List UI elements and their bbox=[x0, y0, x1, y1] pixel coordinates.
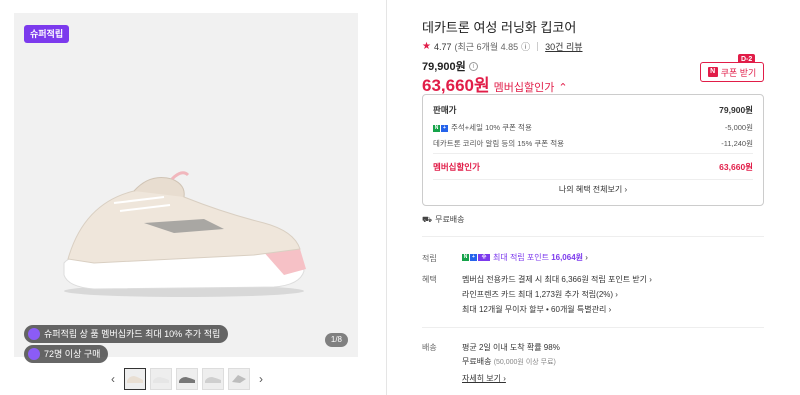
info-icon[interactable]: i bbox=[468, 61, 478, 71]
free-shipping-label: 무료배송 bbox=[435, 215, 465, 224]
price-row-total: 멤버십할인가 63,660원 bbox=[433, 161, 753, 173]
sale-price-row: 63,660원 멤버십할인가 ⌃ bbox=[422, 71, 568, 96]
shipping-fee: 무료배송 (50,000원 이상 무료) bbox=[462, 356, 556, 367]
price-row-label: N + 주석+세일 10% 쿠폰 적용 bbox=[433, 122, 532, 133]
sale-price-label: 멤버십할인가 bbox=[493, 82, 555, 94]
promo-purchase-count: 72명 이상 구매 bbox=[24, 345, 109, 363]
price-row-base: 판매가 79,900원 bbox=[433, 104, 753, 116]
divider bbox=[433, 153, 753, 154]
thumbnail-shoe-image bbox=[153, 377, 169, 383]
membership-icon bbox=[28, 328, 40, 340]
price-row-value: -11,240원 bbox=[721, 139, 753, 148]
chevron-right-icon: › bbox=[583, 253, 588, 262]
shipping-details-link[interactable]: 자세히 보기 › bbox=[462, 373, 506, 384]
thumbnail-shoe-image bbox=[232, 375, 246, 383]
review-count-link[interactable]: 30건 리뷰 bbox=[545, 40, 582, 53]
thumbnail[interactable] bbox=[150, 368, 172, 390]
details-link-label: 자세히 보기 bbox=[462, 374, 502, 383]
free-shipping-row: ⛟ 무료배송 bbox=[422, 214, 465, 225]
price-breakdown-box: 판매가 79,900원 N + 주석+세일 10% 쿠폰 적용 -5,000원 데카… bbox=[422, 94, 764, 206]
coupon-n-icon: N bbox=[707, 67, 718, 77]
column-divider bbox=[386, 0, 387, 395]
points-prefix: 최대 적립 포인트 bbox=[493, 253, 552, 262]
divider bbox=[422, 236, 764, 237]
thumbnail-shoe-image bbox=[179, 377, 195, 383]
chevron-right-icon: › bbox=[613, 290, 618, 299]
super-points-tag: 슈퍼적립 bbox=[24, 25, 70, 43]
divider bbox=[422, 327, 764, 328]
price-row-discount: N + 주석+세일 10% 쿠폰 적용 -5,000원 bbox=[433, 122, 753, 133]
price-row-label: 판매가 bbox=[433, 105, 457, 115]
coupon-badge-icon: N + bbox=[433, 124, 448, 132]
promo-membership-text: 슈퍼적립 상 품 멤버십카드 최대 10% 추가 적립 bbox=[44, 329, 221, 339]
benefit-item[interactable]: 멤버십 전용카드 결제 시 최대 6,366원 적립 포인트 받기 › bbox=[462, 274, 652, 285]
benefit-text: 라인프렌즈 카드 최대 1,273원 추가 적립(2%) bbox=[462, 290, 614, 299]
coupon-download-button[interactable]: N 쿠폰 받기 bbox=[700, 62, 764, 82]
chevron-right-icon: › bbox=[647, 275, 652, 284]
price-row-label: 멤버십할인가 bbox=[433, 162, 480, 172]
benefit-text: 멤버십 전용카드 결제 시 최대 6,366원 적립 포인트 받기 bbox=[462, 275, 647, 284]
thumb-next-arrow[interactable]: › bbox=[254, 367, 268, 391]
thumb-prev-arrow[interactable]: ‹ bbox=[106, 367, 120, 391]
separator bbox=[537, 42, 539, 51]
product-image-gallery[interactable]: 슈퍼적립 슈퍼적립 상 품 멤버십카드 최대 10% 추가 적립 72명 이상 … bbox=[14, 13, 358, 363]
price-row-value: 79,900원 bbox=[719, 105, 753, 115]
points-badge-icon: N + 슈 bbox=[462, 254, 490, 262]
price-row-value: -5,000원 bbox=[724, 123, 753, 132]
people-icon bbox=[28, 348, 40, 360]
image-page-counter: 1/8 bbox=[324, 333, 348, 347]
benefit-item[interactable]: 라인프렌즈 카드 최대 1,273원 추가 적립(2%) › bbox=[462, 289, 618, 300]
thumbnail[interactable] bbox=[124, 368, 146, 390]
price-row-discount: 데카트론 코리아 알림 등의 15% 쿠폰 적용 -11,240원 bbox=[433, 138, 753, 149]
thumbnail-strip: ‹ › bbox=[106, 367, 268, 391]
chevron-right-icon: › bbox=[606, 305, 612, 314]
product-title: 데카트론 여성 러닝화 킵코어 bbox=[422, 20, 577, 35]
benefit-item[interactable]: 최대 12개월 무이자 할부 • 60개월 특별관리 › bbox=[462, 304, 611, 315]
thumbnail[interactable] bbox=[176, 368, 198, 390]
thumbnail[interactable] bbox=[228, 368, 250, 390]
rating-value: 4.77 bbox=[433, 41, 452, 52]
shipping-label: 배송 bbox=[422, 343, 437, 352]
view-all-benefits-label: 나의 혜택 전체보기 bbox=[558, 185, 623, 194]
star-icon: ★ bbox=[422, 41, 431, 52]
thumbnail[interactable] bbox=[202, 368, 224, 390]
chevron-up-icon[interactable]: ⌃ bbox=[558, 81, 567, 94]
info-icon: ⓘ bbox=[521, 42, 531, 52]
coupon-button-label: 쿠폰 받기 bbox=[720, 67, 757, 78]
shipping-eta: 평균 2일 이내 도착 확률 98% bbox=[462, 343, 560, 352]
shipping-fee-condition: (50,000원 이상 무료) bbox=[493, 359, 556, 366]
promo-membership-points: 슈퍼적립 상 품 멤버십카드 최대 10% 추가 적립 bbox=[24, 325, 229, 343]
product-shoe-image bbox=[63, 171, 306, 297]
sale-price: 63,660원 bbox=[422, 76, 490, 95]
chevron-right-icon: › bbox=[501, 374, 506, 383]
truck-icon: ⛟ bbox=[422, 214, 433, 224]
rating-recent: (최근 6개월 4.85 bbox=[454, 42, 519, 52]
shipping-fee-label: 무료배송 bbox=[462, 357, 492, 366]
thumbnail-shoe-image bbox=[127, 376, 143, 383]
benefit-text: 최대 12개월 무이자 할부 • 60개월 특별관리 bbox=[462, 305, 607, 314]
points-label: 적립 bbox=[422, 254, 437, 263]
points-amount: 16,064원 bbox=[551, 253, 584, 262]
discount-label: 주석+세일 10% 쿠폰 적용 bbox=[451, 123, 532, 132]
benefits-label: 혜택 bbox=[422, 275, 437, 284]
price-row-value: 63,660원 bbox=[719, 162, 753, 172]
thumbnail-shoe-image bbox=[205, 377, 221, 383]
view-all-benefits-button[interactable]: 나의 혜택 전체보기 › bbox=[433, 179, 753, 199]
chevron-right-icon: › bbox=[622, 185, 628, 194]
points-value[interactable]: N + 슈 최대 적립 포인트 16,064원 › bbox=[462, 252, 588, 263]
price-row-label: 데카트론 코리아 알림 등의 15% 쿠폰 적용 bbox=[433, 139, 565, 148]
purchase-count-text: 72명 이상 구매 bbox=[44, 349, 101, 359]
rating-row: ★ 4.77 (최근 6개월 4.85 ⓘ 30건 리뷰 bbox=[422, 40, 583, 53]
